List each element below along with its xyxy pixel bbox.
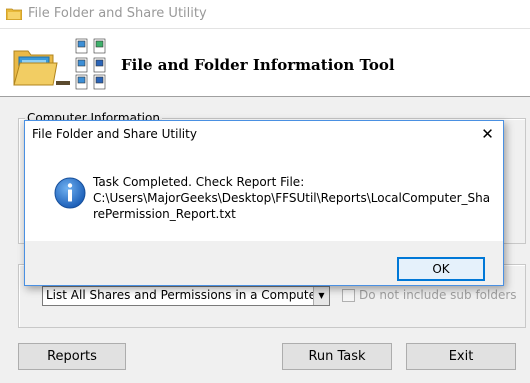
dialog-title: File Folder and Share Utility (32, 127, 197, 141)
report-file-path: C:\Users\MajorGeeks\Desktop\FFSUtil\Repo… (93, 191, 491, 221)
operation-select[interactable]: List All Shares and Permissions in a Com… (42, 286, 330, 306)
chevron-down-icon[interactable]: ▼ (313, 287, 329, 305)
dialog-message-line: Task Completed. Check Report File: (93, 175, 305, 189)
message-dialog: File Folder and Share Utility ✕ Task Com… (24, 120, 504, 286)
operation-select-value: List All Shares and Permissions in a Com… (46, 288, 321, 302)
info-icon (54, 177, 86, 209)
main-titlebar[interactable]: File Folder and Share Utility (0, 0, 530, 29)
divider (0, 96, 530, 97)
window-title: File Folder and Share Utility (28, 6, 207, 21)
exit-button[interactable]: Exit (406, 343, 516, 370)
dialog-footer: OK (25, 241, 503, 285)
files-folders-icon (13, 38, 106, 90)
exclude-subfolders-checkbox[interactable] (342, 289, 355, 302)
exclude-subfolders-label: Do not include sub folders (359, 288, 517, 302)
close-icon[interactable]: ✕ (472, 121, 503, 148)
header-banner: File and Folder Information Tool (0, 29, 530, 96)
reports-button[interactable]: Reports (18, 343, 126, 370)
ok-button[interactable]: OK (397, 257, 485, 281)
app-heading: File and Folder Information Tool (121, 56, 395, 74)
dialog-titlebar[interactable]: File Folder and Share Utility ✕ (25, 121, 503, 148)
run-task-button[interactable]: Run Task (282, 343, 392, 370)
folder-icon (6, 8, 22, 20)
dialog-message: Task Completed. Check Report File: C:\Us… (93, 174, 493, 222)
